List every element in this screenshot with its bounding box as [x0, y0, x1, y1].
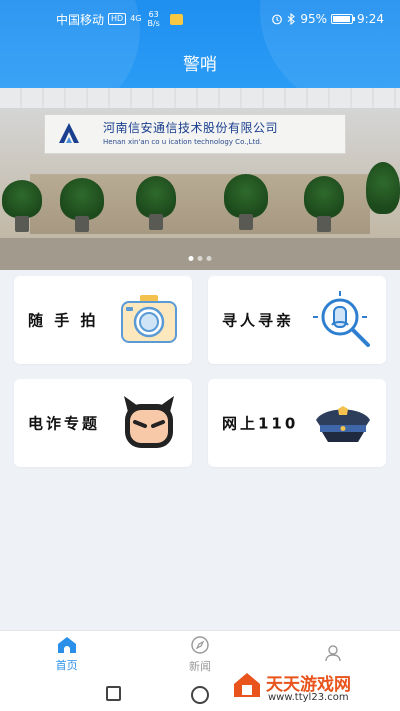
card-online-110[interactable]: 网上110	[208, 379, 386, 467]
plant-pot	[75, 216, 89, 232]
devil-face-icon	[124, 396, 174, 448]
battery-percent: 95%	[300, 12, 328, 26]
plant-pot	[239, 214, 253, 230]
watermark: 天天游戏网 www.ttyl23.com	[232, 664, 392, 710]
tab-home[interactable]: 首页	[0, 631, 133, 678]
company-name: 河南信安通信技术股份有限公司	[103, 121, 279, 135]
banner-carousel[interactable]: 河南信安通信技术股份有限公司 Henan xin'an co u ication…	[0, 88, 400, 270]
police-cap-icon	[316, 406, 370, 442]
status-bar: 中国移动 HD 4G 63 B/s 95% 9:24	[0, 0, 400, 38]
plant-image	[2, 180, 42, 218]
hd-badge: HD	[108, 13, 127, 25]
plant-image	[366, 162, 400, 214]
camera-icon	[121, 295, 177, 343]
bluetooth-icon	[288, 13, 296, 25]
battery-icon	[331, 14, 356, 24]
carousel-indicator	[188, 256, 212, 261]
plant-image	[136, 176, 176, 218]
compass-icon	[191, 636, 209, 654]
battery-level	[333, 16, 351, 22]
carousel-dot[interactable]	[197, 256, 203, 261]
alarm-icon	[272, 14, 283, 25]
plant-pot	[317, 216, 331, 232]
card-snapshot[interactable]: 随 手 拍	[14, 276, 192, 364]
speed-unit: B/s	[147, 19, 160, 28]
speed-value: 63	[148, 10, 159, 19]
clock: 9:24	[357, 12, 384, 26]
user-icon	[325, 645, 342, 662]
plant-pot	[15, 216, 29, 232]
network-speed: 63 B/s	[148, 10, 160, 28]
company-sign: 河南信安通信技术股份有限公司 Henan xin'an co u ication…	[44, 114, 346, 154]
plant-image	[224, 174, 268, 218]
plant-image	[60, 178, 104, 220]
card-label: 寻人寻亲	[222, 311, 295, 330]
watermark-url: www.ttyl23.com	[268, 692, 349, 703]
tab-label: 新闻	[188, 660, 211, 673]
carousel-dot[interactable]	[206, 256, 212, 261]
card-label: 随 手 拍	[28, 311, 99, 330]
company-logo-icon	[59, 123, 79, 143]
banner-ceiling	[0, 88, 400, 108]
card-label: 网上110	[222, 414, 299, 433]
banner-floor	[0, 238, 400, 270]
card-fraud-topic[interactable]: 电诈专题	[14, 379, 192, 467]
page-title: 警哨	[183, 55, 217, 75]
card-label: 电诈专题	[28, 414, 101, 433]
plant-image	[304, 176, 344, 218]
watermark-logo-icon	[234, 673, 260, 697]
notification-icon	[169, 13, 183, 25]
card-find-person[interactable]: 寻人寻亲	[208, 276, 386, 364]
recent-apps-button[interactable]	[106, 686, 121, 701]
carrier-name: 中国移动	[56, 12, 105, 27]
home-icon	[57, 637, 76, 653]
network-type: 4G	[130, 14, 142, 23]
tab-label: 首页	[55, 659, 78, 672]
carousel-dot[interactable]	[188, 256, 194, 261]
person-search-icon	[313, 291, 370, 347]
company-name-en: Henan xin'an co u ication technology Co.…	[103, 138, 262, 146]
plant-pot	[149, 214, 163, 230]
app-header: 中国移动 HD 4G 63 B/s 95% 9:24 警哨	[0, 0, 400, 88]
home-button[interactable]	[191, 686, 209, 704]
